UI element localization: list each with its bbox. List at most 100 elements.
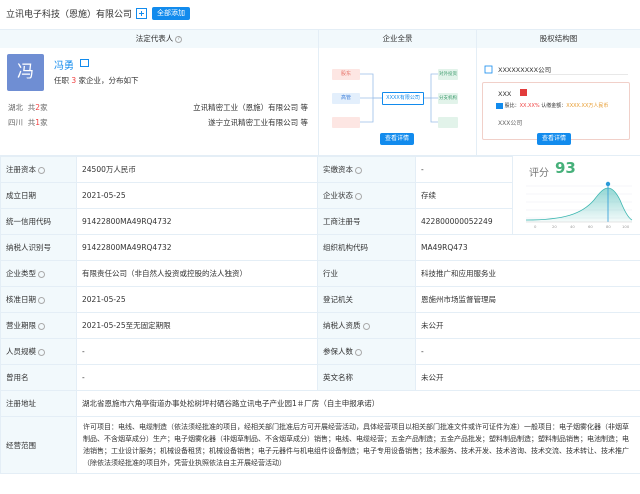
legal-rep-header: 法定代表人?	[0, 30, 318, 48]
company-title: 立讯电子科技（恩施）有限公司	[6, 9, 133, 20]
label-cell: 工商注册号	[317, 208, 417, 235]
value-cell: 存续	[415, 182, 514, 209]
label-cell: 实缴资本	[317, 156, 417, 183]
divider	[476, 30, 477, 157]
node-history-right	[438, 117, 458, 128]
value-cell: 24500万人民币	[75, 156, 319, 183]
help-icon[interactable]	[38, 322, 45, 330]
value-cell: 未公开	[415, 312, 640, 339]
score-label: 评分	[529, 168, 549, 179]
label-cell: 组织机构代码	[317, 234, 417, 261]
label-cell: 登记机关	[317, 286, 417, 313]
cell-text: 实缴资本	[323, 165, 354, 174]
divider	[498, 74, 628, 75]
cell-text: 企业类型	[6, 269, 36, 278]
node-branch: 分支机构	[438, 93, 458, 104]
add-monitor-icon[interactable]	[136, 7, 148, 19]
legal-rep-name[interactable]: 冯勇	[54, 57, 74, 72]
node-history	[332, 117, 360, 128]
value-cell: 恩施州市场监督管理局	[415, 286, 640, 313]
value-cell: MA49RQ473	[415, 234, 640, 261]
legal-rep-header-label: 法定代表人	[135, 34, 174, 43]
region-unit: 家	[40, 118, 48, 127]
value-cell: -	[75, 338, 319, 365]
value-cell: 2021-05-25	[75, 182, 319, 209]
help-icon[interactable]	[38, 296, 45, 304]
score-tick: 60	[588, 224, 593, 229]
table-row: 曾用名 - 英文名称 未公开	[0, 364, 640, 391]
legal-rep-summary: 任职 3 家企业，分布如下	[54, 75, 139, 86]
relation-icon[interactable]	[80, 59, 89, 67]
capital-value: XXXX.XX万人民币	[566, 103, 609, 109]
region-company[interactable]: 遂宁立讯精密工业有限公司 等	[208, 117, 308, 128]
value-cell: 91422800MA49RQ4732	[75, 208, 319, 235]
region-name: 湖北	[8, 103, 23, 112]
label-cell: 经营范围	[0, 416, 77, 474]
label-cell: 营业期限	[0, 312, 77, 339]
help-icon[interactable]	[355, 166, 363, 174]
capital-label: 认缴金额：	[541, 103, 567, 109]
node-executive: 高管	[332, 93, 360, 104]
avatar: 冯	[7, 54, 44, 91]
region-name: 四川	[8, 118, 23, 127]
score-tick: 40	[570, 224, 575, 229]
score-tick: 80	[606, 224, 611, 229]
stock-icon	[496, 102, 503, 109]
value-cell: -	[415, 338, 640, 365]
help-icon[interactable]	[355, 348, 363, 356]
label-cell: 成立日期	[0, 182, 77, 209]
divider	[318, 30, 319, 157]
table-row: 纳税人识别号 91422800MA49RQ4732 组织机构代码 MA49RQ4…	[0, 234, 640, 261]
score-chart: 0 20 40 60 80 100	[525, 181, 633, 229]
table-row: 企业类型 有限责任公司（非自然人投资或控股的法人独资） 行业 科技推广和应用服务…	[0, 260, 640, 287]
equity-view-button[interactable]: 查看详情	[537, 133, 571, 145]
cell-text: 注册资本	[6, 165, 36, 174]
overview-section: 法定代表人? 企业全景 股权结构图 冯 冯勇 任职 3 家企业，分布如下 湖北 …	[0, 29, 640, 157]
help-icon[interactable]	[355, 192, 363, 200]
score-tick: 20	[552, 224, 557, 229]
score-tick: 100	[622, 224, 630, 229]
value-cell: 有限责任公司（非自然人投资或控股的法人独资）	[75, 260, 319, 287]
score-tick: 0	[534, 224, 537, 229]
equity-card[interactable]: XXX 股比：XX.XX% 认缴金额：XXXX.XX万人民币 XXX公司	[484, 84, 624, 140]
equity-holder-company: XXX公司	[498, 120, 523, 127]
overview-view-button[interactable]: 查看详情	[380, 133, 414, 145]
label-cell: 人员规模	[0, 338, 77, 365]
ratio-label: 股比：	[504, 103, 520, 109]
help-icon[interactable]	[362, 322, 370, 330]
value-cell: 2021-05-25至无固定期限	[75, 312, 319, 339]
help-icon[interactable]: ?	[175, 35, 183, 43]
node-investment: 对外投资	[438, 69, 458, 80]
cell-text: 核准日期	[6, 295, 36, 304]
value-cell: 2021-05-25	[75, 286, 319, 313]
add-all-button[interactable]: 全部添加	[152, 6, 191, 20]
label-cell: 企业状态	[317, 182, 417, 209]
label-cell: 英文名称	[317, 364, 417, 391]
help-icon[interactable]	[38, 348, 45, 356]
equity-holder: XXX	[498, 90, 512, 98]
overview-diagram[interactable]: 股东 高管 XXXX有限公司 对外投资 分支机构	[328, 60, 458, 138]
node-shareholder: 股东	[332, 69, 360, 80]
help-icon[interactable]	[38, 166, 45, 174]
business-scope: 许可项目：电线、电缆制造（依法须经批准的项目，经相关部门批准后方可开展经营活动，…	[75, 416, 640, 474]
value-cell: 91422800MA49RQ4732	[75, 234, 319, 261]
cell-text: 营业期限	[6, 321, 36, 330]
region-row: 湖北 共2家	[8, 102, 48, 113]
label-cell: 核准日期	[0, 286, 77, 313]
cell-text: 企业状态	[323, 191, 354, 200]
value-cell: 未公开	[415, 364, 640, 391]
region-company[interactable]: 立讯精密工业（恩施）有限公司 等	[193, 102, 308, 113]
region-row: 四川 共1家	[8, 117, 48, 128]
value-cell: 422800000052249	[415, 208, 514, 235]
cell-text: 参保人数	[323, 347, 354, 356]
summary-prefix: 任职	[54, 76, 72, 85]
label-cell: 行业	[317, 260, 417, 287]
value-cell: 科技推广和应用服务业	[415, 260, 640, 287]
equity-header: 股权结构图	[477, 30, 640, 48]
label-cell: 纳税人识别号	[0, 234, 77, 261]
node-main: XXXX有限公司	[382, 92, 424, 105]
help-icon[interactable]	[38, 270, 45, 278]
score-panel[interactable]: 评分 93 0 20 40 60 80 100	[514, 156, 640, 234]
label-cell: 企业类型	[0, 260, 77, 287]
title-bar: 立讯电子科技（恩施）有限公司 全部添加	[0, 0, 640, 26]
